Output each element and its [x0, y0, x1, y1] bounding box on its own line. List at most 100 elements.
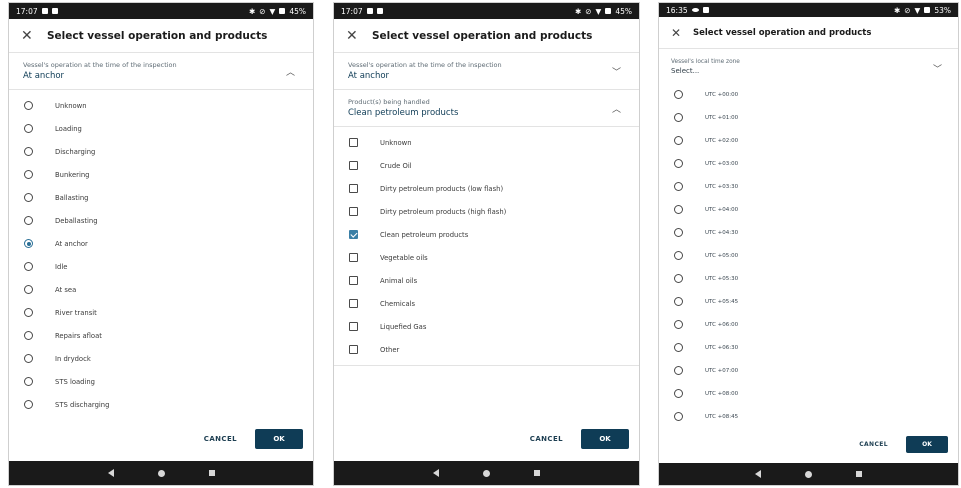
checkbox[interactable] — [349, 345, 358, 354]
ok-button[interactable]: OK — [581, 429, 629, 449]
option-row[interactable]: Dirty petroleum products (low flash) — [334, 177, 639, 200]
option-row[interactable]: Dirty petroleum products (high flash) — [334, 200, 639, 223]
checkbox[interactable] — [349, 276, 358, 285]
option-row[interactable]: Crude Oil — [334, 154, 639, 177]
option-row[interactable]: Chemicals — [334, 292, 639, 315]
radio-button[interactable] — [674, 297, 683, 306]
radio-button[interactable] — [24, 377, 33, 386]
radio-button[interactable] — [674, 389, 683, 398]
option-row[interactable]: UTC +07:00 — [659, 359, 958, 382]
time-zone-section[interactable]: Vessel's local time zone Select... ﹀ — [659, 49, 958, 83]
option-row[interactable]: UTC +08:45 — [659, 405, 958, 428]
checkbox[interactable] — [349, 161, 358, 170]
option-row[interactable]: In drydock — [9, 347, 313, 370]
close-icon[interactable]: ✕ — [346, 28, 372, 44]
cancel-button[interactable]: CANCEL — [853, 437, 894, 452]
radio-button[interactable] — [24, 216, 33, 225]
option-row[interactable]: Bunkering — [9, 163, 313, 186]
radio-button[interactable] — [24, 193, 33, 202]
operation-section[interactable]: Vessel's operation at the time of the in… — [334, 53, 639, 90]
radio-button[interactable] — [24, 147, 33, 156]
radio-button[interactable] — [24, 331, 33, 340]
option-row[interactable]: Vegetable oils — [334, 246, 639, 269]
back-icon[interactable] — [433, 469, 439, 477]
option-row[interactable]: Animal oils — [334, 269, 639, 292]
checkbox[interactable] — [349, 138, 358, 147]
checkbox[interactable] — [349, 230, 358, 239]
radio-button[interactable] — [24, 285, 33, 294]
checkbox[interactable] — [349, 253, 358, 262]
option-row[interactable]: STS discharging — [9, 393, 313, 416]
chevron-down-icon[interactable]: ﹀ — [612, 65, 621, 78]
products-section[interactable]: Product(s) being handled Clean petroleum… — [334, 90, 639, 127]
option-row[interactable]: UTC +06:30 — [659, 336, 958, 359]
back-icon[interactable] — [755, 470, 761, 478]
radio-button[interactable] — [24, 124, 33, 133]
checkbox[interactable] — [349, 207, 358, 216]
radio-button[interactable] — [24, 354, 33, 363]
option-row[interactable]: River transit — [9, 301, 313, 324]
recent-apps-icon[interactable] — [534, 470, 540, 476]
radio-button[interactable] — [24, 308, 33, 317]
option-row[interactable]: At sea — [9, 278, 313, 301]
option-row[interactable]: UTC +08:00 — [659, 382, 958, 405]
radio-button[interactable] — [674, 366, 683, 375]
option-row[interactable]: UTC +06:00 — [659, 313, 958, 336]
recent-apps-icon[interactable] — [856, 471, 862, 477]
recent-apps-icon[interactable] — [208, 470, 215, 476]
option-row[interactable]: Clean petroleum products — [334, 223, 639, 246]
home-icon[interactable] — [805, 470, 812, 478]
option-row[interactable]: At anchor — [9, 232, 313, 255]
option-row[interactable]: Loading — [9, 117, 313, 140]
option-row[interactable]: Ballasting — [9, 186, 313, 209]
chevron-up-icon[interactable]: ︿ — [612, 102, 621, 115]
back-icon[interactable] — [107, 469, 114, 477]
option-row[interactable]: STS loading — [9, 370, 313, 393]
option-row[interactable]: Unknown — [9, 94, 313, 117]
radio-button[interactable] — [674, 412, 683, 421]
chevron-up-icon[interactable]: ︿ — [286, 65, 295, 78]
radio-button[interactable] — [674, 343, 683, 352]
option-row[interactable]: Repairs afloat — [9, 324, 313, 347]
radio-button[interactable] — [674, 90, 683, 99]
radio-button[interactable] — [24, 262, 33, 271]
cancel-button[interactable]: CANCEL — [524, 431, 569, 447]
radio-button[interactable] — [674, 136, 683, 145]
radio-button[interactable] — [674, 251, 683, 260]
option-row[interactable]: Liquefied Gas — [334, 315, 639, 338]
option-row[interactable]: UTC +00:00 — [659, 83, 958, 106]
option-row[interactable]: UTC +03:00 — [659, 152, 958, 175]
home-icon[interactable] — [157, 469, 165, 477]
option-row[interactable]: Discharging — [9, 140, 313, 163]
option-row[interactable]: UTC +04:30 — [659, 221, 958, 244]
option-row[interactable]: UTC +01:00 — [659, 106, 958, 129]
radio-button[interactable] — [674, 228, 683, 237]
option-row[interactable]: UTC +02:00 — [659, 129, 958, 152]
radio-button[interactable] — [674, 182, 683, 191]
radio-button[interactable] — [24, 239, 33, 248]
radio-button[interactable] — [24, 400, 33, 409]
ok-button[interactable]: OK — [255, 429, 303, 449]
option-row[interactable]: UTC +05:00 — [659, 244, 958, 267]
option-row[interactable]: Idle — [9, 255, 313, 278]
radio-button[interactable] — [24, 170, 33, 179]
operation-section[interactable]: Vessel's operation at the time of the in… — [9, 53, 313, 90]
checkbox[interactable] — [349, 184, 358, 193]
home-icon[interactable] — [483, 469, 490, 477]
option-row[interactable]: Unknown — [334, 131, 639, 154]
option-row[interactable]: Deballasting — [9, 209, 313, 232]
option-row[interactable]: UTC +03:30 — [659, 175, 958, 198]
radio-button[interactable] — [674, 274, 683, 283]
checkbox[interactable] — [349, 322, 358, 331]
radio-button[interactable] — [674, 205, 683, 214]
option-row[interactable]: UTC +04:00 — [659, 198, 958, 221]
option-row[interactable]: UTC +05:45 — [659, 290, 958, 313]
option-row[interactable]: Other — [334, 338, 639, 361]
close-icon[interactable]: ✕ — [671, 26, 693, 40]
cancel-button[interactable]: CANCEL — [198, 431, 243, 447]
checkbox[interactable] — [349, 299, 358, 308]
radio-button[interactable] — [674, 320, 683, 329]
close-icon[interactable]: ✕ — [21, 28, 47, 44]
radio-button[interactable] — [24, 101, 33, 110]
radio-button[interactable] — [674, 113, 683, 122]
